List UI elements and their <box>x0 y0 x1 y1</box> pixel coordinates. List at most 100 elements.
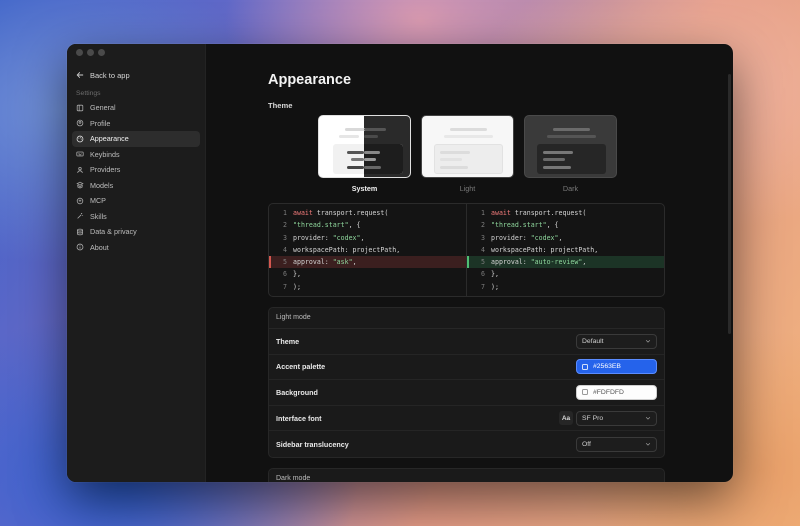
code-text: }, <box>293 268 301 280</box>
diff-line: 4 workspacePath: projectPath, <box>467 244 664 256</box>
sidebar-item-label: General <box>90 103 116 113</box>
code-token: transport.request( <box>312 209 389 217</box>
interface-font-label: Interface font <box>276 413 322 423</box>
minimize-window-button[interactable] <box>87 49 94 56</box>
theme-option-light[interactable]: Light <box>421 115 514 193</box>
window-controls <box>76 49 105 56</box>
sidebar-item-providers[interactable]: Providers <box>72 162 200 178</box>
diff-line: 4 workspacePath: projectPath, <box>269 244 466 256</box>
theme-option-system[interactable]: System <box>318 115 411 193</box>
diff-line: 3 provider: "codex", <box>467 232 664 244</box>
code-token: approval: <box>491 258 531 267</box>
sidebar-item-keybinds[interactable]: Keybinds <box>72 147 200 163</box>
main-content: Appearance Theme System Light Dark 1 awa… <box>206 44 733 482</box>
line-number: 7 <box>481 282 485 291</box>
line-number: 1 <box>481 209 485 217</box>
theme-select[interactable]: Default <box>576 333 657 349</box>
light-theme-thumbnail <box>421 115 514 178</box>
database-icon <box>77 228 83 236</box>
accent-color-picker[interactable]: #2563EB <box>576 359 657 375</box>
page-title: Appearance <box>268 72 352 88</box>
interface-font-value: SF Pro <box>582 414 604 422</box>
code-token: provider: <box>293 233 333 242</box>
sidebar-translucency-label: Sidebar translucency <box>276 439 349 449</box>
wand-icon <box>77 213 84 219</box>
keyboard-icon <box>76 151 84 157</box>
line-number: 6 <box>481 270 485 279</box>
code-text: "thread.start", { <box>491 219 559 231</box>
diff-preview: 1 await transport.request(2 "thread.start"… <box>268 203 665 297</box>
diff-line: 1 await transport.request( <box>467 207 664 219</box>
palette-icon <box>76 135 84 143</box>
theme-row: Theme Default <box>269 329 664 355</box>
line-number: 4 <box>481 245 485 254</box>
person-icon <box>77 166 83 173</box>
code-token: , <box>582 258 587 267</box>
diff-line: 7); <box>467 281 664 293</box>
line-number: 4 <box>283 245 287 254</box>
info-icon <box>76 243 84 251</box>
diff-line: 2 "thread.start", { <box>467 219 664 231</box>
diff-line: 7); <box>269 281 466 293</box>
diff-line-add: 5 approval: "auto-review", <box>467 256 664 269</box>
background-label: Background <box>276 387 318 397</box>
line-number: 2 <box>283 221 287 230</box>
code-text: ); <box>491 281 499 293</box>
sidebar-item-appearance[interactable]: Appearance <box>72 131 200 147</box>
font-preview-button[interactable]: Aa <box>559 411 573 426</box>
layers-icon <box>76 182 84 189</box>
back-to-app-link[interactable]: Back to app <box>67 68 205 82</box>
code-token: , { <box>348 221 361 230</box>
chevron-down-icon <box>645 443 651 446</box>
sidebar-item-general[interactable]: General <box>72 100 200 116</box>
sidebar-item-label: Models <box>90 180 114 190</box>
code-token: , <box>558 233 563 242</box>
sidebar-translucency-select[interactable]: Off <box>576 436 657 452</box>
interface-font-select[interactable]: SF Pro <box>576 410 657 426</box>
diff-line-del: 5 approval: "ask", <box>269 256 466 269</box>
scrollbar[interactable] <box>728 74 731 334</box>
code-text: approval: "ask", <box>293 256 357 268</box>
sidebar-item-mcp[interactable]: MCP <box>72 193 200 209</box>
code-token: "auto-review" <box>530 258 583 267</box>
sidebar-item-skills[interactable]: Skills <box>72 209 200 225</box>
panel-icon <box>76 104 84 111</box>
dark-mode-heading: Dark mode <box>269 469 664 482</box>
theme-option-dark-label: Dark <box>562 184 579 193</box>
sidebar-item-label: Appearance <box>90 134 129 144</box>
line-number: 5 <box>283 258 287 267</box>
sidebar-nav: General Profile Appearance Keybinds Provider… <box>67 100 205 255</box>
code-token: , <box>360 233 365 242</box>
sidebar-item-profile[interactable]: Profile <box>72 116 200 132</box>
sidebar-item-models[interactable]: Models <box>72 178 200 194</box>
code-token: "thread.start" <box>293 221 349 230</box>
background-color-picker[interactable]: #FDFDFD <box>576 384 657 400</box>
background-row: Background #FDFDFD <box>269 380 664 406</box>
sidebar: Back to app Settings General Profile Appea… <box>67 44 206 482</box>
zoom-window-button[interactable] <box>98 49 105 56</box>
line-number: 6 <box>283 270 287 279</box>
back-to-app-label: Back to app <box>90 70 130 80</box>
background-color-value: #FDFDFD <box>593 388 624 396</box>
code-token: }, <box>293 270 301 279</box>
sidebar-item-data-privacy[interactable]: Data & privacy <box>72 224 200 240</box>
sidebar-translucency-value: Off <box>582 440 591 448</box>
code-token: , { <box>546 221 559 230</box>
code-token: "ask" <box>332 258 353 267</box>
code-token: workspacePath: projectPath, <box>293 245 401 254</box>
code-text: }, <box>491 268 499 280</box>
line-number: 7 <box>283 282 287 291</box>
code-text: "thread.start", { <box>293 219 361 231</box>
theme-picker: System Light Dark <box>318 115 665 193</box>
close-window-button[interactable] <box>76 49 83 56</box>
sidebar-item-about[interactable]: About <box>72 240 200 256</box>
diff-pane-before: 1 await transport.request(2 "thread.start"… <box>269 204 466 296</box>
code-token: transport.request( <box>510 209 587 217</box>
code-text: await transport.request( <box>293 207 388 219</box>
theme-option-dark[interactable]: Dark <box>524 115 617 193</box>
theme-row-label: Theme <box>276 336 300 346</box>
system-theme-thumbnail <box>318 115 411 178</box>
light-mode-panel: Light mode Theme Default Accent palette … <box>268 307 665 458</box>
chevron-down-icon <box>645 417 651 420</box>
accent-palette-label: Accent palette <box>276 362 326 372</box>
